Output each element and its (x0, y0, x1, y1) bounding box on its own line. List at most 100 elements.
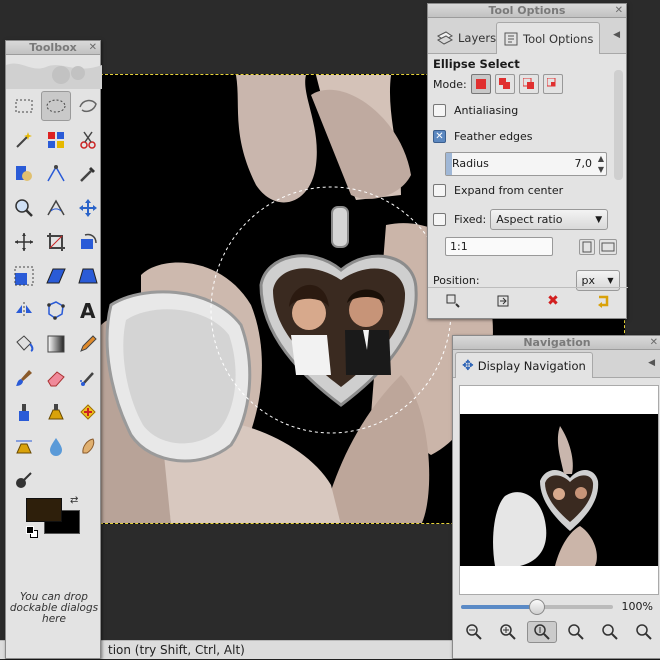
fixed-checkbox[interactable] (433, 213, 446, 226)
pencil-tool-button[interactable] (73, 329, 103, 359)
perspective-tool-button[interactable] (73, 261, 103, 291)
zoom-tool-button[interactable] (9, 193, 39, 223)
perspective-icon (78, 268, 98, 284)
tool-options-dialog: Tool Options ✕ Layers Tool Options ◀ Ell… (427, 3, 628, 319)
feather-edges-checkbox[interactable]: ✕ (433, 130, 446, 143)
zoom-1-1-button[interactable] (527, 621, 557, 643)
scissors-tool-button[interactable] (73, 125, 103, 155)
close-icon[interactable]: ✕ (650, 336, 658, 349)
reset-options-icon[interactable] (593, 291, 613, 311)
zoom-slider-handle[interactable] (529, 599, 545, 615)
text-tool-button[interactable]: A (73, 295, 103, 325)
blur-icon (50, 438, 62, 456)
antialiasing-label: Antialiasing (454, 104, 519, 117)
eraser-icon (47, 371, 65, 387)
zoom-1-1-icon (534, 624, 550, 640)
airbrush-tool-button[interactable] (73, 363, 103, 393)
layers-icon (437, 31, 453, 45)
radius-label: Radius (452, 157, 489, 170)
zoom-slider[interactable] (461, 599, 613, 615)
tab-layers[interactable]: Layers (430, 22, 502, 54)
zoom-fill-icon (602, 624, 618, 640)
foreground-color-swatch[interactable] (26, 498, 62, 522)
mode-intersect-button[interactable] (542, 74, 563, 94)
bucket-fill-tool-button[interactable] (9, 329, 39, 359)
shrink-wrap-button[interactable] (629, 621, 659, 643)
free-select-tool-button[interactable] (73, 91, 103, 121)
delete-options-icon[interactable]: ✖ (543, 291, 563, 311)
navigation-preview[interactable] (459, 385, 659, 595)
eraser-tool-button[interactable] (41, 363, 71, 393)
fuzzy-select-tool-button[interactable] (9, 125, 39, 155)
mode-add-button[interactable] (494, 74, 515, 94)
scale-tool-button[interactable] (9, 261, 39, 291)
flip-tool-button[interactable] (9, 295, 39, 325)
ink-tool-button[interactable] (9, 397, 39, 427)
zoom-in-icon (500, 624, 516, 640)
color-select-tool-button[interactable] (41, 125, 71, 155)
fuzzy-select-icon (16, 132, 32, 148)
zoom-fit-button[interactable] (561, 621, 591, 643)
portrait-icon[interactable] (579, 238, 595, 255)
dodge-burn-icon (16, 472, 32, 488)
crop-tool-button[interactable] (41, 227, 71, 257)
toolbox-titlebar[interactable]: Toolbox ✕ (6, 41, 100, 55)
expand-from-center-checkbox[interactable] (433, 184, 446, 197)
expand-row: Expand from center (433, 184, 563, 197)
navigation-dialog: Navigation ✕ ✥ Display Navigation ◀ 100% (452, 335, 660, 659)
rect-select-tool-button[interactable] (9, 91, 39, 121)
dodge-burn-tool-button[interactable] (9, 465, 39, 495)
align-icon (15, 233, 33, 251)
landscape-icon[interactable] (599, 238, 617, 255)
navigation-titlebar[interactable]: Navigation ✕ (453, 336, 660, 350)
move-tool-button[interactable] (73, 193, 103, 223)
tab-tool-options-label: Tool Options (523, 31, 594, 46)
restore-options-icon[interactable] (493, 291, 513, 311)
ellipse-select-tool-button[interactable] (41, 91, 71, 121)
zoom-out-button[interactable] (459, 621, 489, 643)
color-picker-tool-button[interactable] (73, 159, 103, 189)
spin-arrows-icon[interactable]: ▲ ▼ (598, 153, 604, 175)
align-tool-button[interactable] (9, 227, 39, 257)
swap-colors-icon[interactable]: ⇄ (70, 495, 78, 506)
paintbrush-tool-button[interactable] (9, 363, 39, 393)
tab-display-navigation[interactable]: ✥ Display Navigation (455, 352, 593, 378)
close-icon[interactable]: ✕ (89, 41, 97, 54)
dock-menu-icon[interactable]: ◀ (648, 358, 655, 368)
close-icon[interactable]: ✕ (615, 4, 623, 17)
shear-tool-button[interactable] (41, 261, 71, 291)
rotate-tool-button[interactable] (73, 227, 103, 257)
mode-subtract-button[interactable] (518, 74, 539, 94)
aspect-ratio-input[interactable]: 1:1 (445, 237, 553, 256)
foreground-select-tool-button[interactable] (9, 159, 39, 189)
paths-tool-button[interactable] (41, 159, 71, 189)
dock-menu-icon[interactable]: ◀ (613, 30, 620, 40)
radius-spinscale[interactable]: Radius 7,0 ▲ ▼ (445, 152, 607, 176)
blur-tool-button[interactable] (41, 431, 71, 461)
save-options-icon[interactable] (443, 291, 463, 311)
toolbox-title: Toolbox (29, 41, 77, 54)
heal-tool-button[interactable] (73, 397, 103, 427)
mode-replace-button[interactable] (470, 74, 491, 94)
smudge-tool-button[interactable] (73, 431, 103, 461)
tool-options-scrollbar[interactable] (614, 70, 623, 180)
zoom-in-button[interactable] (493, 621, 523, 643)
cage-tool-button[interactable] (41, 295, 71, 325)
paths-icon (47, 165, 65, 182)
fixed-option-select[interactable]: Aspect ratio ▼ (490, 209, 609, 230)
tab-tool-options[interactable]: Tool Options (496, 22, 601, 54)
smudge-icon (82, 438, 95, 454)
expand-from-center-label: Expand from center (454, 184, 564, 197)
zoom-fill-button[interactable] (595, 621, 625, 643)
blend-tool-button[interactable] (41, 329, 71, 359)
mode-row: Mode: (433, 74, 563, 94)
feather-row: ✕ Feather edges (433, 130, 533, 143)
blend-icon (47, 335, 65, 353)
tool-grid: A (8, 89, 102, 497)
perspective-clone-tool-button[interactable] (9, 431, 39, 461)
default-colors-icon[interactable] (26, 526, 38, 538)
antialiasing-checkbox[interactable] (433, 104, 446, 117)
tool-options-titlebar[interactable]: Tool Options ✕ (428, 4, 626, 18)
clone-tool-button[interactable] (41, 397, 71, 427)
measure-tool-button[interactable] (41, 193, 71, 223)
